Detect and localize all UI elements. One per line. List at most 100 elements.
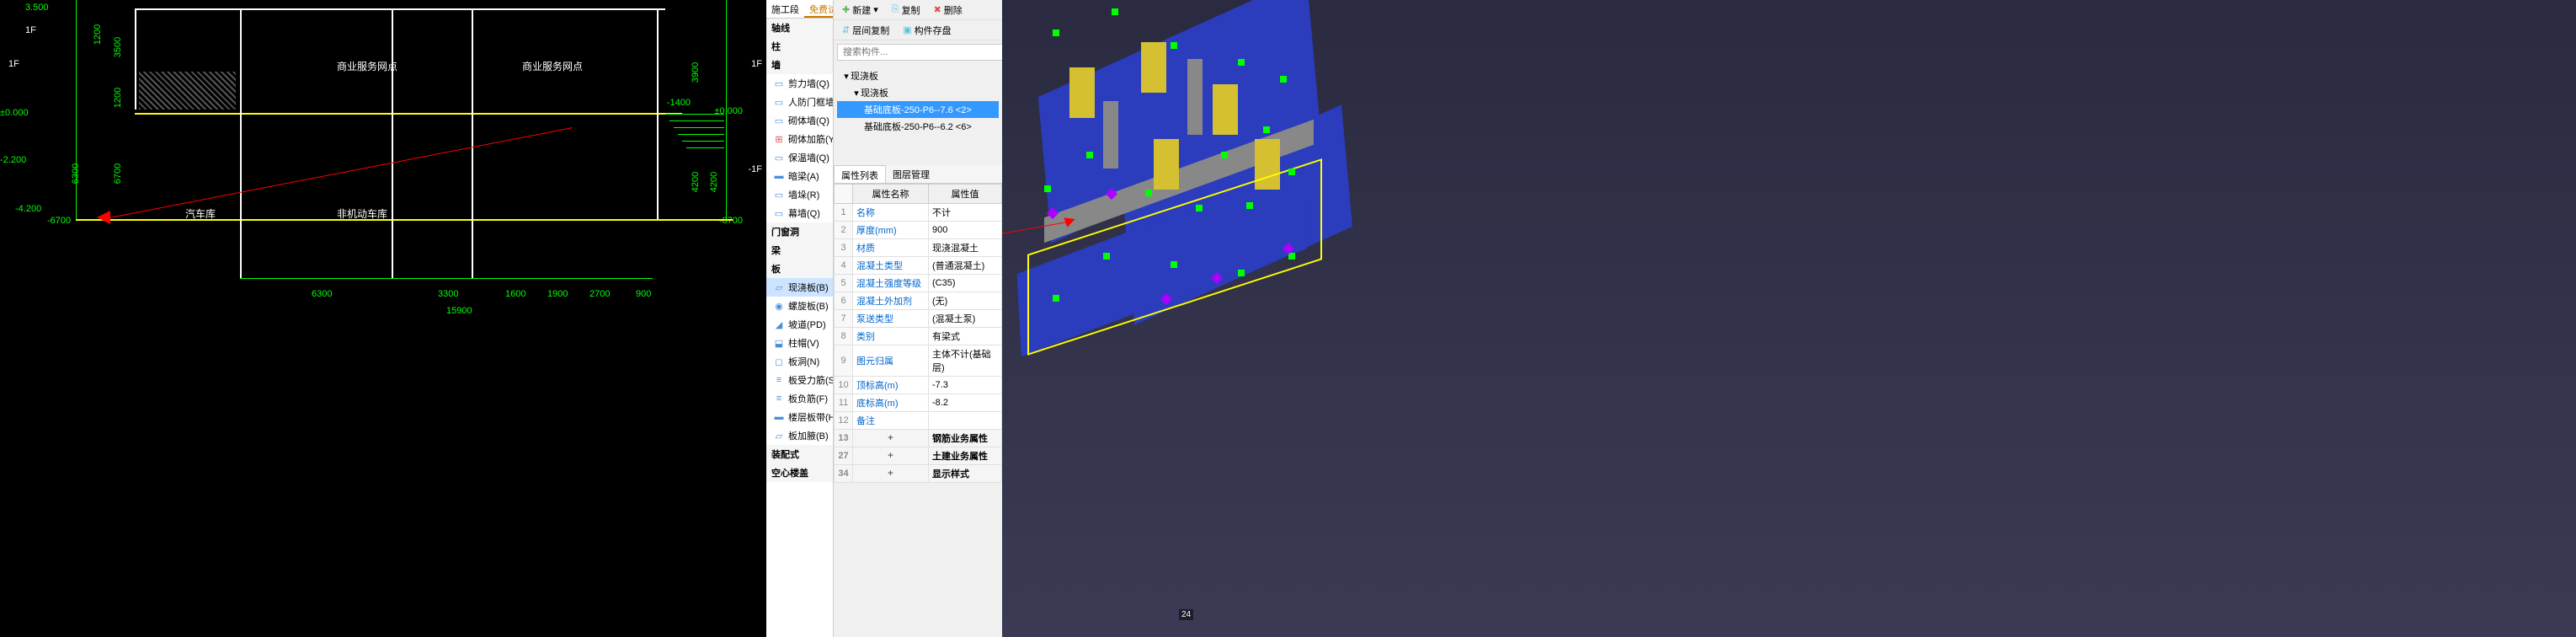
column-3d-3[interactable] [1213,84,1238,135]
handle-green[interactable] [1171,42,1177,49]
item-curtain-wall[interactable]: ▭幕墙(Q) [766,204,833,222]
item-wall-stack[interactable]: ▭墙垛(R) [766,185,833,204]
handle-green[interactable] [1145,190,1152,196]
item-hidden-beam[interactable]: ▬暗梁(A) [766,167,833,185]
tree-leaf-1[interactable]: 基础底板-250-P6--7.6 <2> [837,101,999,118]
tree-leaf-2[interactable]: 基础底板-250-P6--6.2 <6> [837,118,999,135]
tab-free-trial[interactable]: 免费试用 [804,0,834,18]
tab-layers[interactable]: 图层管理 [886,165,936,183]
prop-value[interactable] [929,412,1002,430]
item-defense-wall[interactable]: ▭人防门框墙(R) [766,93,833,111]
item-slab-hole[interactable]: ◻板洞(N) [766,352,833,371]
column-3d-4[interactable] [1154,139,1179,190]
handle-green[interactable] [1221,152,1228,158]
item-insulation-wall[interactable]: ▭保温墙(Q) [766,148,833,167]
item-ramp[interactable]: ◢坡道(PD) [766,315,833,334]
prop-value[interactable]: 主体不计(基础层) [929,345,1002,377]
prop-value[interactable]: 900 [929,222,1002,239]
property-row[interactable]: 10顶标高(m)-7.3 [835,377,1002,394]
handle-green[interactable] [1196,205,1203,211]
expand-icon[interactable]: + [853,447,929,465]
btn-label: 删除 [944,3,963,17]
item-cast-slab[interactable]: ▱现浇板(B) [766,278,833,297]
expand-icon[interactable]: + [853,465,929,483]
property-row[interactable]: 11底标高(m)-8.2 [835,394,1002,412]
item-spiral-slab[interactable]: ◉螺旋板(B) [766,297,833,315]
search-input[interactable] [837,44,1005,61]
archive-button[interactable]: ▣构件存盘 [899,22,954,39]
cat-assembly[interactable]: 装配式 [766,445,833,463]
property-group-row[interactable]: 27+土建业务属性 [835,447,1002,465]
item-masonry-rebar[interactable]: ⊞砌体加筋(Y) [766,130,833,148]
copy-button[interactable]: ⎘复制 [888,2,924,19]
wall-3d-3[interactable] [1103,101,1118,169]
property-row[interactable]: 4混凝土类型(普通混凝土) [835,257,1002,275]
item-label: 板受力筋(S) [788,373,834,387]
item-slab-neg[interactable]: ≡板负筋(F) [766,389,833,408]
column-3d-1[interactable] [1069,67,1095,118]
item-masonry-wall[interactable]: ▭砌体墙(Q) [766,111,833,130]
handle-green[interactable] [1053,295,1059,302]
handle-green[interactable] [1288,169,1295,175]
column-3d-2[interactable] [1141,42,1166,93]
handle-green[interactable] [1171,261,1177,268]
expand-icon[interactable]: + [853,430,929,447]
tree-child[interactable]: ▾现浇板 [837,84,999,101]
prop-value[interactable]: 不计 [929,204,1002,222]
handle-green[interactable] [1246,202,1253,209]
tab-properties[interactable]: 属性列表 [834,165,886,183]
property-row[interactable]: 3材质现浇混凝土 [835,239,1002,257]
property-row[interactable]: 7泵送类型(混凝土泵) [835,310,1002,328]
interlayer-copy-button[interactable]: ⇵层间复制 [839,22,893,39]
prop-value[interactable]: 有梁式 [929,328,1002,345]
cat-door[interactable]: 门窗洞 [766,222,833,241]
delete-button[interactable]: ✖删除 [931,2,966,19]
property-row[interactable]: 1名称不计 [835,204,1002,222]
property-row[interactable]: 9图元归属主体不计(基础层) [835,345,1002,377]
property-row[interactable]: 6混凝土外加剂(无) [835,292,1002,310]
btn-label: 新建 [852,3,871,17]
handle-green[interactable] [1263,126,1270,133]
tab-construction[interactable]: 施工段 [766,0,804,18]
cat-beam[interactable]: 梁 [766,241,833,260]
label-commercial2: 商业服务网点 [522,59,583,73]
handle-green[interactable] [1238,270,1245,276]
handle-green[interactable] [1103,253,1110,260]
property-row[interactable]: 2厚度(mm)900 [835,222,1002,239]
handle-green[interactable] [1086,152,1093,158]
cat-hollow[interactable]: 空心楼盖 [766,463,833,482]
prop-value[interactable]: 现浇混凝土 [929,239,1002,257]
item-floor-strip[interactable]: ▬楼层板带(H) [766,408,833,426]
item-cap[interactable]: ⬓柱帽(V) [766,334,833,352]
cat-wall[interactable]: 墙 [766,56,833,74]
property-row[interactable]: 12备注 [835,412,1002,430]
handle-green[interactable] [1053,29,1059,36]
item-slab-haunch[interactable]: ▱板加腋(B) [766,426,833,445]
property-group-row[interactable]: 13+钢筋业务属性 [835,430,1002,447]
tree-root[interactable]: ▾现浇板 [837,67,999,84]
item-slab-rebar[interactable]: ≡板受力筋(S) [766,371,833,389]
handle-green[interactable] [1288,253,1295,260]
item-shear-wall[interactable]: ▭剪力墙(Q) [766,74,833,93]
prop-value[interactable]: -8.2 [929,394,1002,412]
handle-green[interactable] [1112,8,1118,15]
prop-value[interactable]: (混凝土泵) [929,310,1002,328]
handle-green[interactable] [1280,76,1287,83]
property-row[interactable]: 8类别有梁式 [835,328,1002,345]
prop-value[interactable]: (普通混凝土) [929,257,1002,275]
cat-column[interactable]: 柱 [766,37,833,56]
dim-neg6700: -6700 [47,216,71,226]
prop-value[interactable]: (C35) [929,275,1002,292]
prop-value[interactable]: (无) [929,292,1002,310]
cad-viewport-2d[interactable]: 3.500 1F 1F ±0.000 -2.200 -4.200 1200 35… [0,0,766,637]
handle-green[interactable] [1044,185,1051,192]
new-button[interactable]: ✚新建▾ [839,2,882,19]
prop-value[interactable]: -7.3 [929,377,1002,394]
viewport-3d[interactable]: 24 [1002,0,2576,637]
cat-axis[interactable]: 轴线 [766,19,833,37]
property-group-row[interactable]: 34+显示样式 [835,465,1002,483]
wall-3d-2[interactable] [1187,59,1203,135]
handle-green[interactable] [1238,59,1245,66]
property-row[interactable]: 5混凝土强度等级(C35) [835,275,1002,292]
cat-slab[interactable]: 板 [766,260,833,278]
